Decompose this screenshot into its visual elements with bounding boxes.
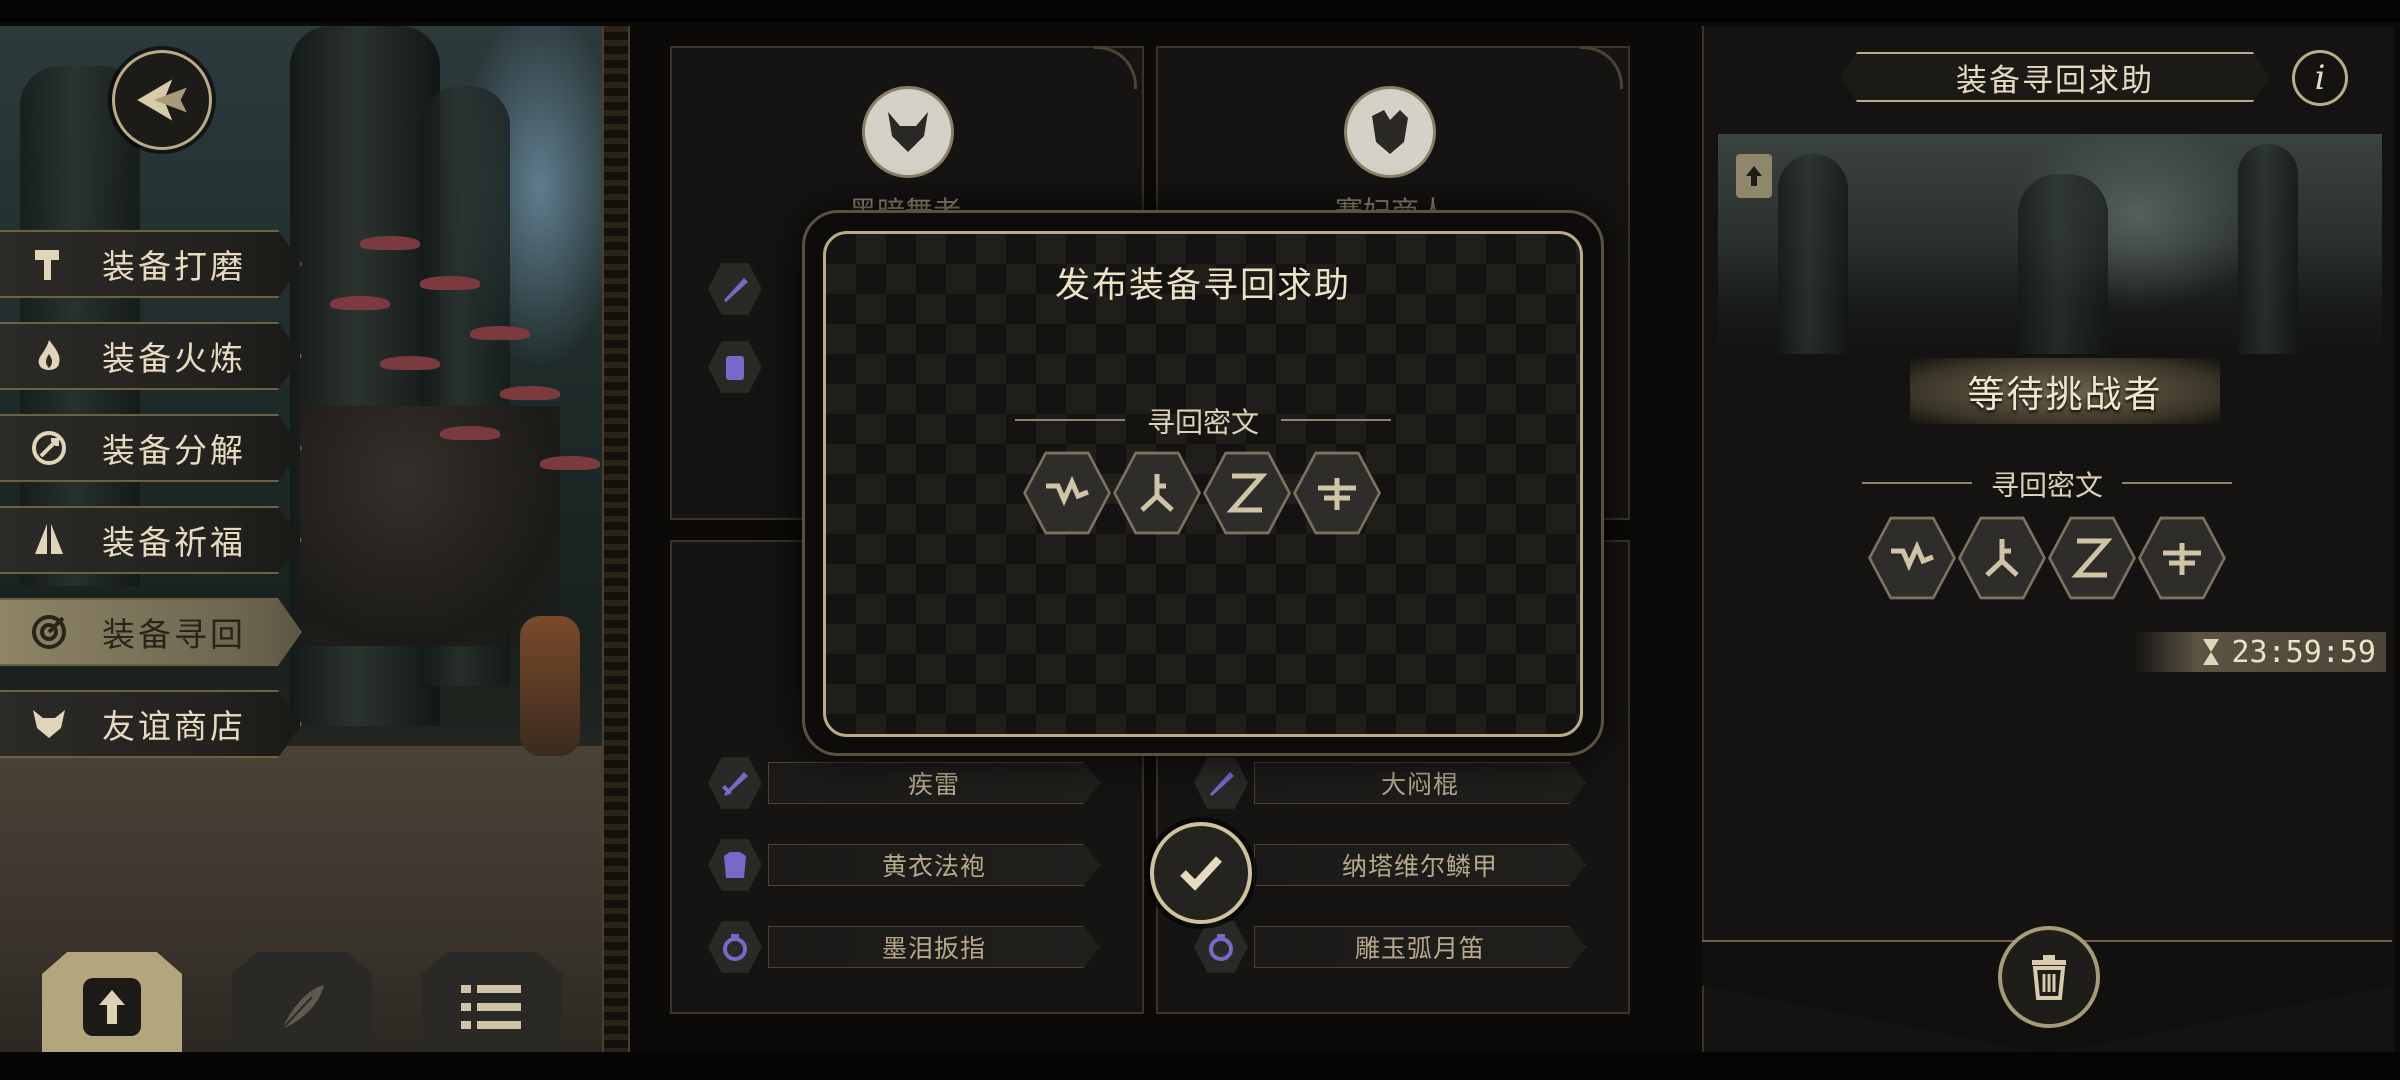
rune-zigzag-icon <box>1026 454 1108 532</box>
delete-button[interactable] <box>1998 926 2100 1028</box>
bottom-bar <box>0 1052 2400 1080</box>
menu-item-label: 装备祈福 <box>102 523 246 562</box>
menu-item-disassemble[interactable]: 装备分解 <box>0 414 302 482</box>
list-button[interactable] <box>422 952 562 1052</box>
divider <box>1281 419 1391 421</box>
trash-icon <box>2032 955 2066 1000</box>
avatar <box>1344 86 1436 178</box>
menu-item-label: 友谊商店 <box>102 707 246 746</box>
status-label: 等待挑战者 <box>1910 358 2220 424</box>
upload-icon <box>66 961 158 1052</box>
retrieve-target-icon <box>26 609 72 655</box>
feather-button[interactable] <box>232 952 372 1052</box>
flame-icon <box>26 333 72 379</box>
publish-retrieve-dialog: 发布装备寻回求助 寻回密文 <box>802 210 1604 756</box>
ring-icon <box>1194 921 1248 973</box>
equipment-slot[interactable]: 黄衣法袍 <box>708 838 1100 892</box>
list-icon <box>446 961 538 1052</box>
sword-icon <box>1194 757 1248 809</box>
menu-item-label: 装备火炼 <box>102 339 246 378</box>
equipment-slot[interactable]: 疾雷 <box>708 756 1100 810</box>
equipment-name: 大闷棍 <box>1254 762 1586 804</box>
armor-icon <box>708 839 762 891</box>
menu-item-shop[interactable]: 友谊商店 <box>0 690 302 758</box>
rune-arrow-icon <box>2141 519 2223 597</box>
equipment-name: 纳塔维尔鳞甲 <box>1254 844 1586 886</box>
confirm-button[interactable] <box>1150 822 1252 924</box>
pray-hands-icon <box>26 517 72 563</box>
back-button[interactable] <box>112 50 212 150</box>
equipment-name: 墨泪扳指 <box>768 926 1100 968</box>
equipment-name: 疾雷 <box>768 762 1100 804</box>
feather-icon <box>256 961 348 1052</box>
equipment-slot[interactable]: 纳塔维尔鳞甲 <box>1194 838 1586 892</box>
panel-title: 装备寻回求助 <box>1840 52 2270 102</box>
menu-item-polish[interactable]: 装备打磨 <box>0 230 302 298</box>
disassemble-icon <box>26 425 72 471</box>
menu-item-label: 装备分解 <box>102 431 246 470</box>
rune-zigzag-icon <box>1871 519 1953 597</box>
rune-fork-icon <box>1961 519 2043 597</box>
ring-icon <box>708 921 762 973</box>
rune-hourglass-icon <box>1206 454 1288 532</box>
avatar <box>862 86 954 178</box>
fox-icon <box>26 701 72 747</box>
sword-icon <box>708 757 762 809</box>
rune-hourglass-icon <box>2051 519 2133 597</box>
divider <box>1862 482 1972 484</box>
rune-fork-icon <box>1116 454 1198 532</box>
dialog-title: 发布装备寻回求助 <box>1054 266 1351 306</box>
menu-item-label: 装备寻回 <box>102 615 246 654</box>
info-button[interactable]: i <box>2292 50 2348 106</box>
menu-item-label: 装备打磨 <box>102 247 246 286</box>
countdown-timer: 23:59:59 <box>2134 632 2386 672</box>
upload-icon <box>1736 154 1772 198</box>
equipment-slot[interactable]: 雕玉弧月笛 <box>1194 920 1586 974</box>
menu-item-pray[interactable]: 装备祈福 <box>0 506 302 574</box>
menu-item-retrieve[interactable]: 装备寻回 <box>0 598 302 666</box>
equipment-slot[interactable]: 大闷棍 <box>1194 756 1586 810</box>
top-bar <box>0 0 2400 22</box>
hammer-icon <box>26 241 72 287</box>
divider <box>2122 482 2232 484</box>
rune-arrow-icon <box>1296 454 1378 532</box>
equipment-name: 黄衣法袍 <box>768 844 1100 886</box>
cipher-label: 寻回密文 <box>1990 469 2103 502</box>
scene-border <box>602 26 630 1052</box>
upload-button[interactable] <box>42 952 182 1052</box>
scene-banner <box>1718 134 2382 354</box>
checkmark-icon <box>1180 856 1222 891</box>
timer-text: 23:59:59 <box>2231 634 2377 670</box>
back-arrow-icon <box>137 79 187 121</box>
equipment-slot[interactable]: 墨泪扳指 <box>708 920 1100 974</box>
divider <box>1015 419 1125 421</box>
cipher-label: 寻回密文 <box>1146 406 1259 439</box>
hourglass-icon <box>2202 639 2219 665</box>
menu-item-forge[interactable]: 装备火炼 <box>0 322 302 390</box>
equipment-name: 雕玉弧月笛 <box>1254 926 1586 968</box>
